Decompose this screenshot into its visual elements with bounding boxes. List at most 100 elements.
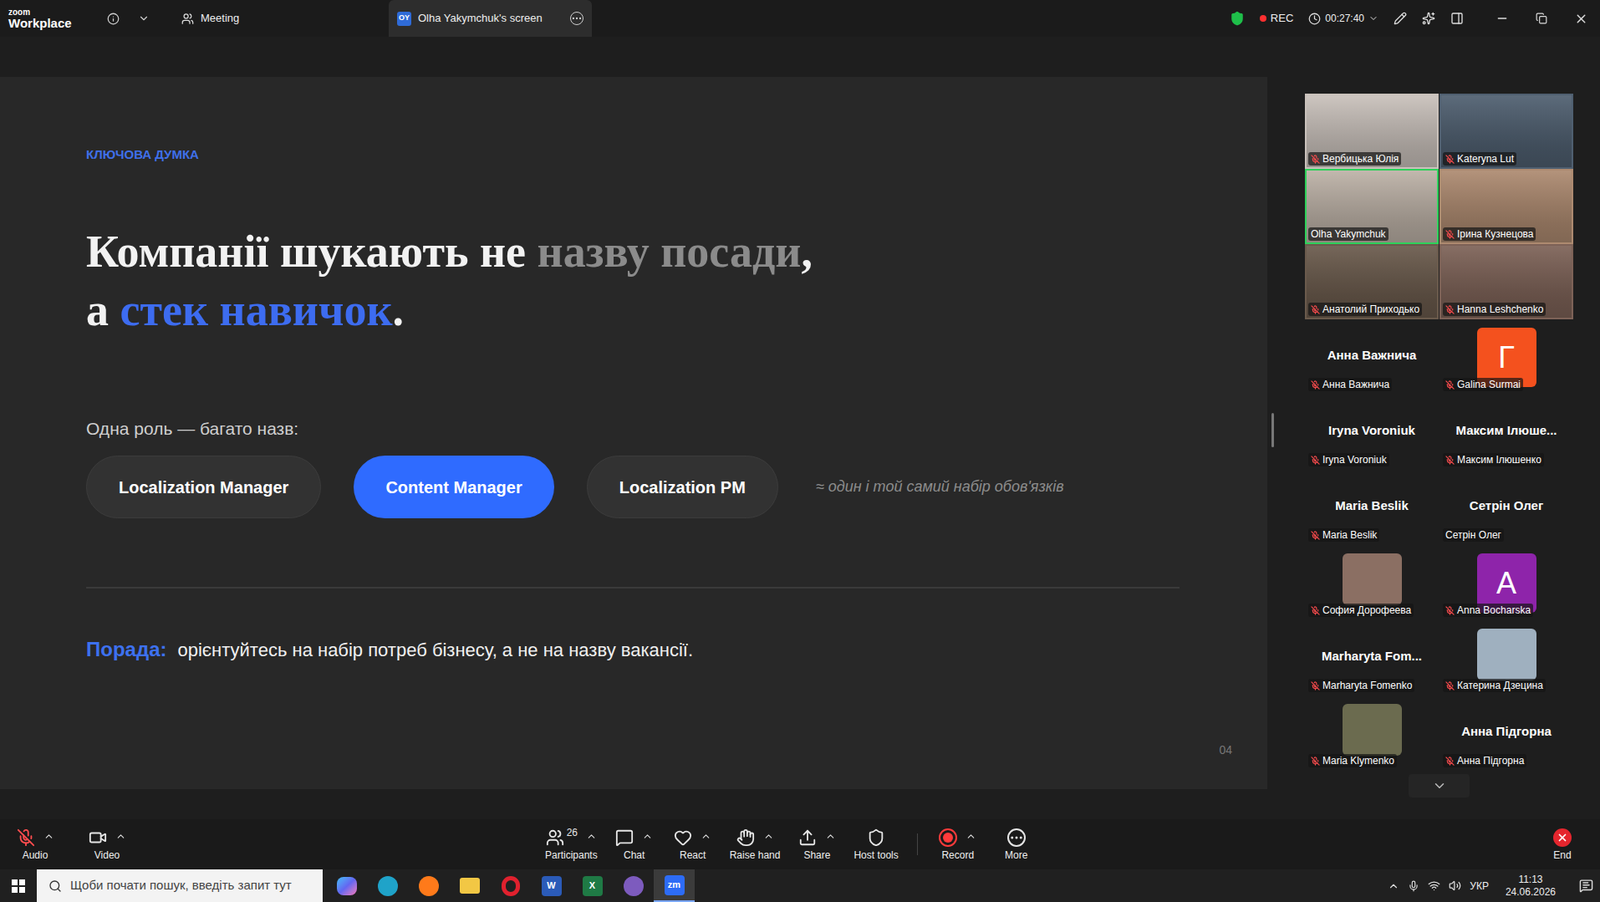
toolbar-button[interactable]: Chat (609, 826, 660, 862)
tab-more-icon[interactable] (570, 11, 584, 26)
splitter-handle[interactable] (1271, 412, 1274, 448)
toolbar-button[interactable]: Raise hand (726, 826, 785, 862)
toolbar-button[interactable]: Host tools (850, 826, 902, 862)
taskbar-app[interactable]: W (530, 869, 572, 902)
participant-tile[interactable]: Вербицька Юлія (1304, 93, 1439, 169)
participant-label: Marharyta Fomenko (1308, 678, 1415, 693)
meeting-icon (181, 12, 194, 26)
chevron-up-icon[interactable] (763, 830, 775, 842)
participant-tile[interactable]: Maria Klymenko (1304, 695, 1439, 771)
mic-off-icon (1445, 154, 1455, 164)
mic-off-icon (1445, 455, 1455, 465)
participant-tile[interactable]: Olha Yakymchuk (1304, 168, 1439, 245)
chevron-down-icon (1368, 13, 1379, 24)
chevron-up-icon[interactable] (700, 830, 712, 842)
chevron-down-icon (1431, 778, 1448, 794)
taskbar-app[interactable] (366, 869, 408, 902)
participant-display-name: Анна Підгорна (1461, 722, 1552, 742)
chevron-up-icon[interactable] (115, 830, 127, 842)
meeting-timer[interactable]: 00:27:40 (1308, 10, 1379, 26)
role-pill[interactable]: Localization PM (586, 455, 779, 519)
participant-tile[interactable]: София Дорофеева (1304, 545, 1439, 621)
taskbar-app[interactable] (489, 869, 531, 902)
taskbar-app[interactable] (326, 869, 367, 902)
participant-tile[interactable]: Анна ВажничаАнна Важнича (1304, 319, 1439, 395)
start-button[interactable] (0, 869, 37, 902)
language-indicator[interactable]: УКР (1469, 878, 1489, 894)
roles-note: ≈ один і той самий набір обов'язків (815, 475, 1065, 499)
participant-tile[interactable]: Maria BeslikMaria Beslik (1304, 469, 1439, 546)
toolbar-button[interactable]: Audio (10, 826, 61, 862)
participant-label: Galina Surmai (1442, 377, 1524, 392)
profile-photo (1477, 628, 1537, 681)
taskbar-app[interactable] (612, 869, 654, 902)
notifications-icon[interactable] (1579, 878, 1594, 893)
minimize-icon[interactable] (1495, 11, 1509, 26)
participant-tile[interactable]: Анна ПідгорнаАнна Підгорна (1439, 695, 1574, 771)
role-pill[interactable]: Localization Manager (86, 455, 322, 519)
network-icon[interactable] (1427, 879, 1441, 892)
participant-tile[interactable]: Kateryna Lut (1439, 93, 1574, 169)
participant-tile[interactable]: Анатолий Приходько (1304, 244, 1439, 320)
taskbar-app[interactable] (448, 869, 490, 902)
toolbar-button[interactable]: React (667, 826, 719, 862)
chevron-up-icon[interactable] (965, 830, 977, 842)
shared-slide: КЛЮЧОВА ДУМКАКомпанії шукають не назву п… (0, 76, 1268, 790)
taskbar-app[interactable] (407, 869, 449, 902)
chevron-up-icon[interactable] (43, 830, 55, 842)
participant-tile[interactable]: Сетрін ОлегСетрін Олег (1439, 469, 1574, 546)
app-icon (418, 876, 439, 897)
toolbar-button[interactable]: More (991, 826, 1042, 862)
info-icon[interactable] (107, 12, 120, 26)
taskbar-app[interactable]: X (571, 869, 613, 902)
tray-expand-icon[interactable] (1387, 880, 1400, 892)
slide-divider (86, 586, 1180, 589)
participant-tile[interactable]: Ірина Кузнецова (1439, 168, 1574, 245)
participant-tile[interactable]: Максим Ілюше...Максим Ілюшенко (1439, 394, 1574, 470)
security-shield-icon[interactable] (1229, 10, 1245, 26)
clock[interactable]: 11:1324.06.2026 (1505, 873, 1556, 899)
chevron-down-icon[interactable] (137, 12, 150, 25)
taskbar-search[interactable]: Щоби почати пошук, введіть запит тут (36, 869, 323, 902)
screen-share-tab[interactable]: OYOlha Yakymchuk's screen (388, 0, 592, 37)
mic-off-icon (1310, 530, 1320, 541)
mic-off-icon (1445, 305, 1455, 315)
toolbar-button[interactable]: 26Participants (541, 826, 602, 862)
participant-tile[interactable]: Marharyta Fom...Marharyta Fomenko (1304, 620, 1439, 696)
volume-icon[interactable] (1448, 879, 1462, 892)
participant-tile[interactable]: AAnna Bocharska (1439, 545, 1574, 621)
chevron-up-icon[interactable] (642, 830, 653, 842)
participant-tile[interactable]: Катерина Дзецина (1439, 620, 1574, 696)
taskbar-app[interactable]: zm (653, 869, 695, 902)
slide-eyebrow: КЛЮЧОВА ДУМКА (86, 76, 1268, 163)
chevron-up-icon[interactable] (825, 830, 836, 842)
zoom-logo: zoomWorkplace (0, 8, 101, 30)
participant-tile[interactable]: Iryna VoroniukIryna Voroniuk (1304, 394, 1439, 470)
toolbar-button[interactable]: Video (81, 826, 133, 862)
toolbar-button[interactable]: Share (791, 826, 842, 862)
participant-label: Anna Bocharska (1442, 603, 1534, 617)
mic-icon[interactable] (1407, 880, 1420, 892)
meeting-tab[interactable]: Meeting (174, 0, 246, 37)
recording-indicator: REC (1259, 10, 1294, 27)
mic-off-icon (1445, 681, 1455, 691)
end-button[interactable]: End (1541, 826, 1584, 862)
annotate-icon[interactable] (1393, 11, 1407, 26)
gallery-scroll-down[interactable] (1408, 774, 1470, 798)
participant-display-name: Сетрін Олег (1469, 496, 1544, 516)
ai-companion-icon[interactable] (1421, 11, 1436, 26)
participant-tile[interactable]: ГGalina Surmai (1439, 319, 1574, 395)
toolbar-button[interactable]: Record (932, 826, 984, 862)
participant-label: Maria Klymenko (1308, 754, 1397, 768)
participant-display-name: Максим Ілюше... (1455, 421, 1557, 441)
meeting-area: КЛЮЧОВА ДУМКАКомпанії шукають не назву п… (0, 36, 1600, 820)
layout-icon[interactable] (1450, 11, 1464, 26)
gallery-grid: Вербицька ЮліяKateryna LutOlha Yakymchuk… (1304, 93, 1574, 771)
chevron-up-icon[interactable] (585, 830, 597, 842)
restore-icon[interactable] (1535, 12, 1548, 25)
windows-icon (11, 879, 26, 893)
app-icon (501, 876, 520, 897)
role-pill[interactable]: Content Manager (353, 455, 554, 519)
close-icon[interactable] (1574, 11, 1589, 26)
participant-tile[interactable]: Hanna Leshchenko (1439, 244, 1574, 320)
